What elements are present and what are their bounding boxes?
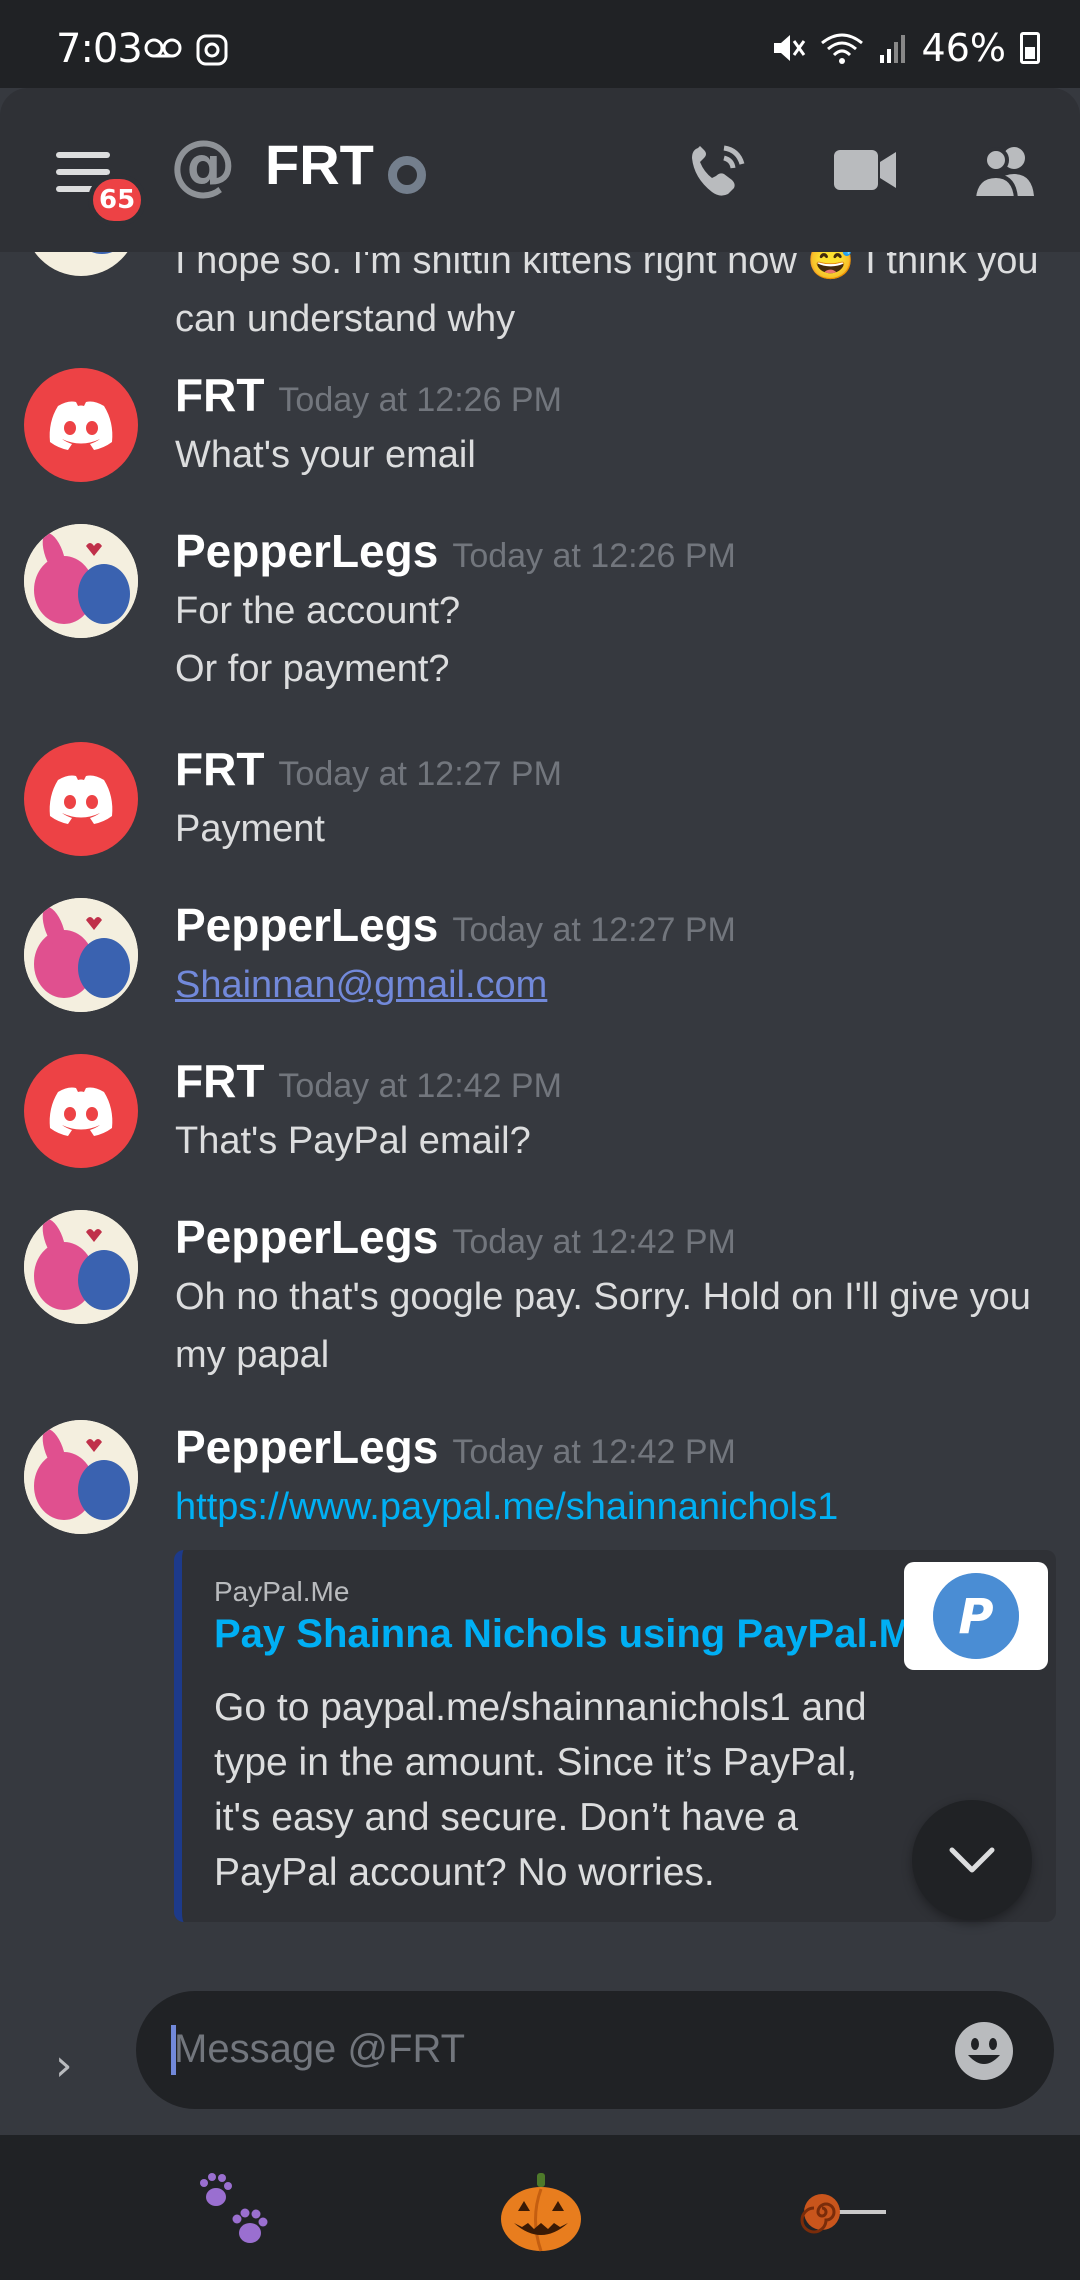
message-text: Oh no that's google pay. Sorry. Hold on … [175, 1276, 1031, 1376]
channel-header: 65 @ FRT [0, 88, 1080, 252]
embed-provider: PayPal.Me [214, 1576, 350, 1607]
message-timestamp: Today at 12:42 PM [452, 1223, 736, 1261]
email-link[interactable]: Shainnan@gmail.com [175, 964, 547, 1006]
lollipop-icon[interactable] [798, 2167, 888, 2257]
paypal-link[interactable]: https://www.paypal.me/shainnanichols1 [175, 1486, 838, 1528]
message-text: Or for payment? [175, 648, 450, 690]
status-bar: 7:03 46% [0, 0, 1080, 88]
svg-text:P: P [958, 1589, 993, 1645]
message-composer: › Message @FRT [0, 1960, 1080, 2135]
message-timestamp: Today at 12:27 PM [278, 755, 562, 793]
emoji-icon[interactable] [954, 2021, 1014, 2081]
voice-call-icon[interactable] [686, 140, 752, 200]
stitch-angel-avatar[interactable] [24, 1420, 138, 1534]
message-timestamp: Today at 12:42 PM [452, 1433, 736, 1471]
chevron-down-icon [949, 1847, 995, 1873]
at-icon: @ [170, 126, 236, 203]
battery-icon [1020, 32, 1040, 64]
message-text: https://www.paypal.me/shainnanichols1 [175, 1478, 1055, 1536]
message-text: For the account? [175, 590, 461, 632]
message-author[interactable]: FRT Today at 12:27 PM [175, 742, 562, 796]
status-time: 7:03 [56, 26, 143, 72]
members-icon[interactable] [972, 140, 1038, 200]
message-author[interactable]: PepperLegs Today at 12:42 PM [175, 1210, 736, 1264]
message-text: Payment [175, 808, 325, 850]
instagram-icon [196, 34, 228, 66]
mute-icon [773, 35, 805, 61]
message-text: Shainnan@gmail.com [175, 956, 1055, 1014]
message-placeholder: Message @FRT [174, 2027, 466, 2071]
wifi-icon [820, 33, 863, 64]
offline-status-icon [388, 156, 426, 194]
message-timestamp: Today at 12:26 PM [452, 537, 736, 575]
message-timestamp: Today at 12:27 PM [452, 911, 736, 949]
message-text: That's PayPal email? [175, 1120, 531, 1162]
video-call-icon[interactable] [832, 140, 898, 200]
stitch-angel-avatar[interactable] [24, 898, 138, 1012]
paypal-logo-icon[interactable]: P [904, 1562, 1048, 1670]
paw-prints-icon[interactable] [192, 2167, 282, 2257]
discord-logo-icon[interactable] [24, 368, 138, 482]
jack-o-lantern-icon[interactable] [496, 2167, 586, 2257]
message-timestamp: Today at 12:26 PM [278, 381, 562, 419]
expand-icon[interactable]: › [55, 2040, 73, 2091]
bottom-navigation [0, 2135, 1080, 2280]
message-input[interactable]: Message @FRT [136, 1991, 1054, 2109]
message-author[interactable]: PepperLegs Today at 12:27 PM [175, 898, 736, 952]
stitch-angel-avatar[interactable] [24, 524, 138, 638]
message-text: What's your email [175, 434, 476, 476]
message-author[interactable]: PepperLegs Today at 12:26 PM [175, 524, 736, 578]
signal-icon [879, 35, 905, 63]
discord-logo-icon[interactable] [24, 1054, 138, 1168]
notification-badge: 65 [88, 174, 147, 226]
battery-percent: 46% [921, 26, 1006, 70]
jump-to-bottom-button[interactable] [912, 1800, 1032, 1920]
message-author[interactable]: PepperLegs Today at 12:42 PM [175, 1420, 736, 1474]
channel-title: FRT [265, 133, 374, 196]
message-timestamp: Today at 12:42 PM [278, 1067, 562, 1105]
embed-title[interactable]: Pay Shainna Nichols using PayPal.Me [214, 1612, 934, 1657]
voicemail-icon [142, 34, 232, 74]
discord-logo-icon[interactable] [24, 742, 138, 856]
embed-description: Go to paypal.me/shainnanichols1 and type… [214, 1686, 867, 1894]
message-author[interactable]: FRT Today at 12:42 PM [175, 1054, 562, 1108]
message-author[interactable]: FRT Today at 12:26 PM [175, 368, 562, 422]
stitch-angel-avatar[interactable] [24, 1210, 138, 1324]
